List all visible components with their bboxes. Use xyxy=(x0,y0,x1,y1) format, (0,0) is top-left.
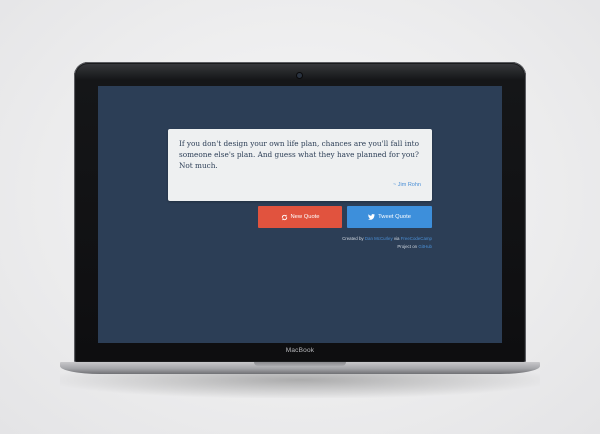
laptop-notch xyxy=(254,362,346,366)
quote-text: If you don't design your own life plan, … xyxy=(179,139,419,170)
refresh-icon xyxy=(281,214,288,221)
laptop-shadow xyxy=(60,372,540,398)
macbook-label: MacBook xyxy=(285,347,315,354)
tweet-quote-label: Tweet Quote xyxy=(378,214,411,220)
new-quote-label: New Quote xyxy=(290,214,320,220)
credits: Created by Dan McCurley via FreeCodeCamp… xyxy=(342,235,432,251)
credits-line-project: Project on GitHub xyxy=(342,243,432,251)
tweet-quote-button[interactable]: Tweet Quote xyxy=(347,206,432,228)
twitter-icon xyxy=(368,214,376,220)
quote-author: ~ Jim Rohn xyxy=(393,182,421,188)
author-link[interactable]: Dan McCurley xyxy=(365,236,393,241)
quote-card: If you don't design your own life plan, … xyxy=(168,129,432,201)
created-by-text: Created by xyxy=(342,236,364,241)
new-quote-button[interactable]: New Quote xyxy=(258,206,342,228)
freecodecamp-link[interactable]: FreeCodeCamp xyxy=(401,236,432,241)
via-text: via xyxy=(393,236,400,241)
credits-line-created: Created by Dan McCurley via FreeCodeCamp xyxy=(342,235,432,243)
github-link[interactable]: GitHub xyxy=(418,244,432,249)
app-screen: If you don't design your own life plan, … xyxy=(98,86,502,343)
camera-icon xyxy=(297,73,302,78)
project-on-text: Project on xyxy=(397,244,418,249)
